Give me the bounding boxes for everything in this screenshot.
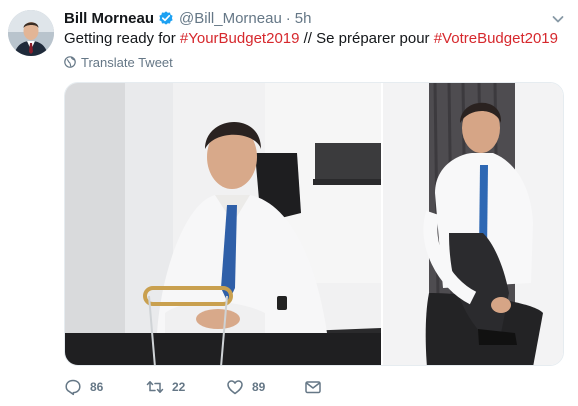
tweet[interactable]: Bill Morneau @Bill_Morneau · 5h Getting … (0, 0, 578, 406)
like-button[interactable]: 89 (226, 378, 265, 396)
hashtag-yourbudget2019[interactable]: #YourBudget2019 (180, 30, 300, 47)
translate-label: Translate Tweet (81, 54, 173, 70)
retweet-icon (146, 381, 164, 393)
like-count: 89 (252, 380, 266, 394)
tweet-text-part1: Getting ready for (64, 30, 180, 47)
tweet-header: Bill Morneau @Bill_Morneau · 5h (64, 8, 311, 28)
heart-icon (227, 380, 243, 395)
reply-count: 86 (90, 380, 104, 394)
timestamp[interactable]: 5h (295, 10, 312, 27)
envelope-icon (305, 381, 321, 394)
separator-dot: · (285, 9, 291, 27)
avatar[interactable] (8, 10, 54, 56)
direct-message-button[interactable] (304, 378, 330, 396)
retweet-count: 22 (172, 380, 186, 394)
translate-tweet-link[interactable]: Translate Tweet (64, 54, 173, 70)
media-grid (64, 82, 564, 366)
display-name[interactable]: Bill Morneau (64, 10, 154, 27)
tweet-text-part2: // Se préparer pour (299, 30, 434, 47)
verified-badge-icon (158, 10, 174, 26)
handle[interactable]: @Bill_Morneau (179, 10, 282, 27)
photo-desk[interactable] (65, 83, 381, 365)
photo-chair[interactable] (383, 83, 563, 365)
globe-icon (64, 56, 76, 68)
reply-button[interactable]: 86 (64, 378, 103, 396)
retweet-button[interactable]: 22 (146, 378, 185, 396)
chevron-down-icon[interactable] (551, 12, 565, 26)
reply-icon (65, 379, 81, 396)
hashtag-votrebudget2019[interactable]: #VotreBudget2019 (434, 30, 558, 47)
tweet-text: Getting ready for #YourBudget2019 // Se … (64, 29, 558, 49)
